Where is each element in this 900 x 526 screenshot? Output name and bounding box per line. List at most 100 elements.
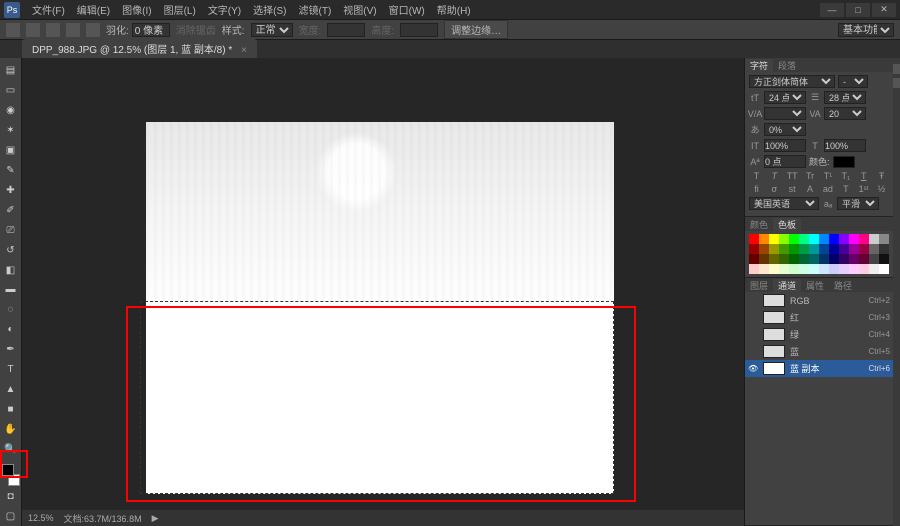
tab-color[interactable]: 颜色 (745, 218, 773, 231)
move-tool[interactable]: ▤ (2, 62, 20, 80)
tab-properties[interactable]: 属性 (801, 279, 829, 292)
swatch[interactable] (819, 234, 829, 244)
healing-brush-tool[interactable]: ✚ (2, 181, 20, 199)
alt-button[interactable]: A (804, 184, 816, 194)
clone-stamp-tool[interactable]: ⎚ (2, 221, 20, 239)
swatch[interactable] (849, 244, 859, 254)
swatch[interactable] (769, 264, 779, 274)
refine-edge-button[interactable]: 调整边缘… (444, 20, 508, 39)
quick-mask-tool[interactable]: ◘ (2, 488, 20, 506)
shape-tool[interactable]: ■ (2, 400, 20, 418)
swatch[interactable] (749, 264, 759, 274)
channel-row[interactable]: 绿Ctrl+4 (745, 326, 893, 343)
channel-row[interactable]: 👁蓝 副本Ctrl+6 (745, 360, 893, 377)
tool-preset-icon[interactable] (6, 23, 20, 37)
swatch[interactable] (749, 244, 759, 254)
menu-layer[interactable]: 图层(L) (158, 2, 202, 17)
tracking-select[interactable]: 20 (824, 107, 866, 120)
chevron-right-icon[interactable]: ▶ (152, 513, 159, 524)
swatch[interactable] (809, 234, 819, 244)
workspace-select[interactable]: 基本功能 (838, 23, 894, 37)
antialias-select[interactable]: 平滑 (837, 197, 879, 210)
swatch[interactable] (779, 244, 789, 254)
swatch[interactable] (849, 264, 859, 274)
swatch[interactable] (839, 244, 849, 254)
ord-button[interactable]: σ (768, 184, 780, 194)
bold-button[interactable]: T (750, 171, 762, 181)
ad-button[interactable]: ad (822, 184, 834, 194)
style-select[interactable]: 正常 (251, 23, 293, 37)
swatch[interactable] (829, 234, 839, 244)
swatch[interactable] (819, 254, 829, 264)
font-style-select[interactable]: - (838, 75, 868, 88)
blur-tool[interactable]: ◌ (2, 301, 20, 319)
swatch[interactable] (869, 244, 879, 254)
menu-filter[interactable]: 滤镜(T) (293, 2, 338, 17)
swatch[interactable] (869, 254, 879, 264)
swatch[interactable] (759, 254, 769, 264)
swatch[interactable] (839, 254, 849, 264)
visibility-icon[interactable]: 👁 (748, 364, 758, 373)
swatch[interactable] (799, 254, 809, 264)
italic-button[interactable]: T (768, 171, 780, 181)
menu-type[interactable]: 文字(Y) (202, 2, 247, 17)
screen-mode-tool[interactable]: ▢ (2, 508, 20, 526)
smallcaps-button[interactable]: Tr (804, 171, 816, 181)
swatch[interactable] (799, 264, 809, 274)
swatch[interactable] (859, 264, 869, 274)
swatch[interactable] (839, 234, 849, 244)
superscript-button[interactable]: T¹ (822, 171, 834, 181)
fi-button[interactable]: fi (750, 184, 762, 194)
swatch[interactable] (879, 244, 889, 254)
menu-file[interactable]: 文件(F) (26, 2, 71, 17)
swatch[interactable] (789, 234, 799, 244)
allcaps-button[interactable]: TT (786, 171, 798, 181)
swatch[interactable] (789, 244, 799, 254)
dodge-tool[interactable]: ◐ (2, 321, 20, 339)
selection-subtract-icon[interactable] (66, 23, 80, 37)
swatch[interactable] (869, 264, 879, 274)
window-minimize[interactable]: — (820, 3, 844, 17)
swatch[interactable] (759, 234, 769, 244)
selection-new-icon[interactable] (26, 23, 40, 37)
swatch[interactable] (829, 244, 839, 254)
eyedropper-tool[interactable]: ✎ (2, 162, 20, 180)
subscript-button[interactable]: T₁ (840, 171, 852, 181)
tab-layers[interactable]: 图层 (745, 279, 773, 292)
lasso-tool[interactable]: ◉ (2, 102, 20, 120)
kerning-select[interactable] (764, 107, 806, 120)
tab-swatches[interactable]: 色板 (773, 218, 801, 231)
magic-wand-tool[interactable]: ✶ (2, 122, 20, 140)
swatches-grid[interactable] (749, 234, 889, 274)
swatch[interactable] (869, 234, 879, 244)
hscale-input[interactable] (824, 139, 866, 152)
tab-paths[interactable]: 路径 (829, 279, 857, 292)
menu-edit[interactable]: 编辑(E) (71, 2, 116, 17)
menu-help[interactable]: 帮助(H) (431, 2, 477, 17)
zoom-tool[interactable]: 🔍 (2, 440, 20, 458)
swatch[interactable] (779, 264, 789, 274)
swatch[interactable] (799, 234, 809, 244)
swatch[interactable] (769, 244, 779, 254)
font-family-select[interactable]: 方正剑体简体 (749, 75, 835, 88)
swatch[interactable] (769, 254, 779, 264)
eraser-tool[interactable]: ◧ (2, 261, 20, 279)
document-canvas[interactable] (146, 122, 614, 494)
tab-paragraph[interactable]: 段落 (773, 59, 801, 72)
swatch[interactable] (849, 234, 859, 244)
swatch[interactable] (829, 254, 839, 264)
color-swatches[interactable] (0, 464, 22, 486)
swatch[interactable] (789, 254, 799, 264)
swatch[interactable] (859, 254, 869, 264)
swatch[interactable] (839, 264, 849, 274)
swatch[interactable] (779, 254, 789, 264)
feather-input[interactable] (132, 23, 170, 37)
vscale-input[interactable] (764, 139, 806, 152)
swatch[interactable] (749, 234, 759, 244)
type-tool[interactable]: T (2, 361, 20, 379)
panel-menu-icon[interactable] (893, 78, 900, 88)
swatch[interactable] (749, 254, 759, 264)
menu-window[interactable]: 窗口(W) (383, 2, 431, 17)
menu-view[interactable]: 视图(V) (337, 2, 382, 17)
marquee-tool[interactable]: ▭ (2, 82, 20, 100)
